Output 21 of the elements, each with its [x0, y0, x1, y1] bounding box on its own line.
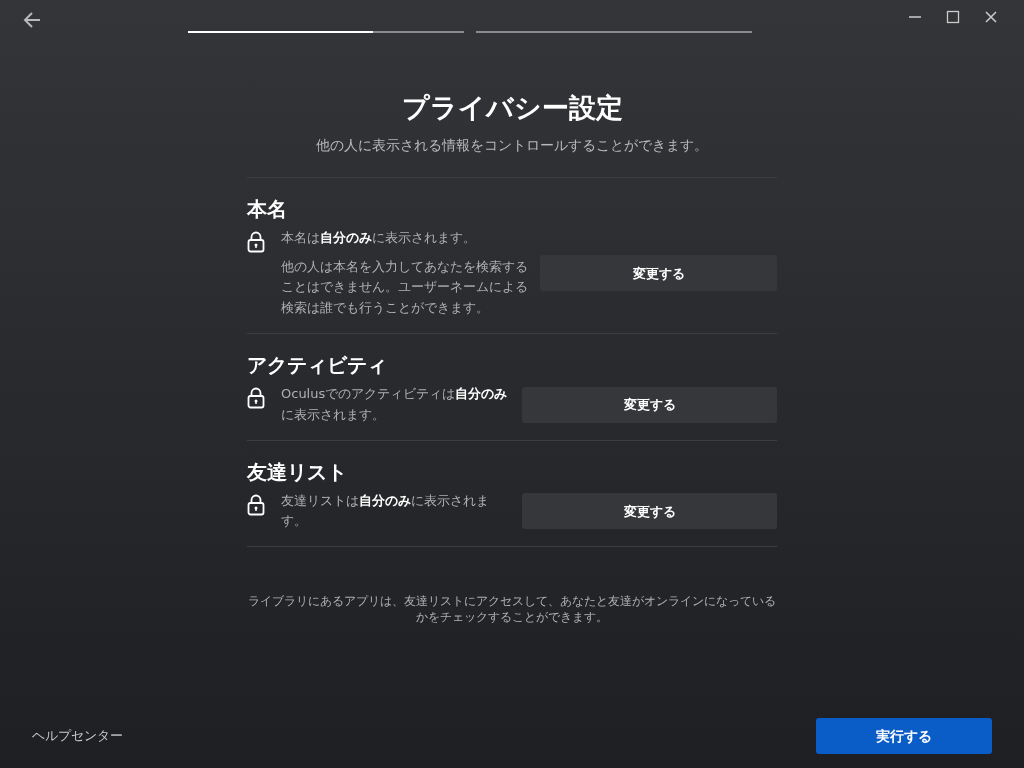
page-title: プライバシー設定	[400, 91, 624, 125]
padlock-icon	[247, 387, 265, 410]
section-heading: 本名	[247, 195, 288, 223]
close-icon	[984, 10, 998, 24]
explanation-text: 他の人は本名を入力してあなたを検索することはできません。ユーザーネームによる検索は誰でも行うことができます。	[281, 257, 529, 318]
visibility-text: 友達リストは自分のみに表示されます。	[281, 491, 490, 531]
change-button[interactable]: 変更する	[522, 386, 777, 423]
change-button[interactable]: 変更する	[540, 255, 777, 292]
page-subtitle: 他の人に表示される情報をコントロールすることができます。	[315, 135, 709, 155]
change-button[interactable]: 変更する	[522, 493, 777, 530]
run-button[interactable]: 実行する	[816, 718, 992, 754]
help-center-link[interactable]: ヘルプセンター	[32, 726, 123, 746]
footnote-text: ライブラリにあるアプリは、友達リストにアクセスして、あなたと友達がオンラインになっているかをチェックすることができます。	[247, 593, 777, 626]
visibility-text: 本名は自分のみに表示されます。	[281, 228, 477, 247]
section-heading: アクティビティ	[247, 351, 388, 379]
section-heading: 友達リスト	[247, 458, 348, 486]
padlock-icon	[247, 231, 265, 254]
maximize-icon	[946, 10, 960, 24]
padlock-icon	[247, 494, 265, 517]
back-arrow-icon	[22, 10, 42, 30]
visibility-text: Oculusでのアクティビティは自分のみに表示されます。	[281, 384, 509, 424]
